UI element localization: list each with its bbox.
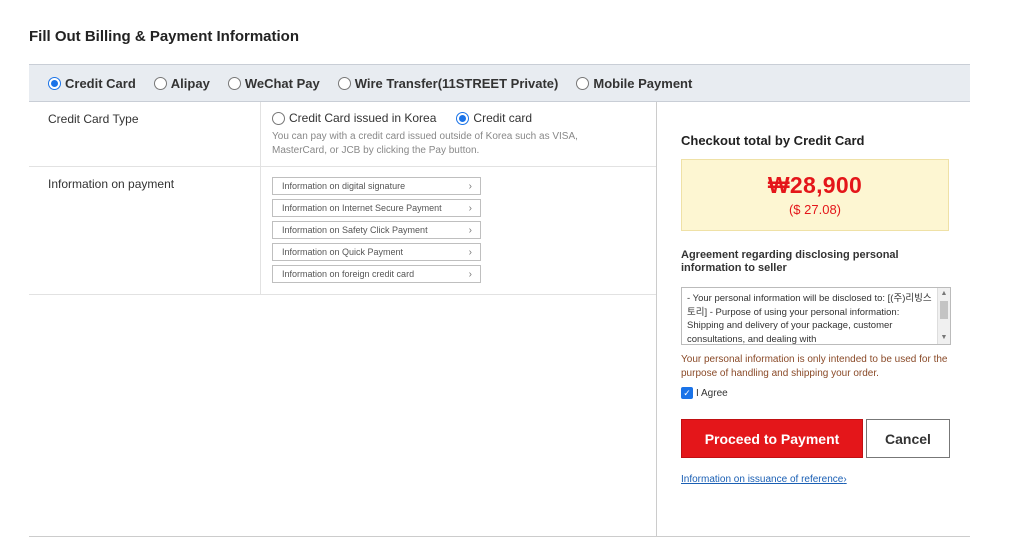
info-quick-payment-button[interactable]: Information on Quick Payment › xyxy=(272,243,481,261)
proceed-to-payment-button[interactable]: Proceed to Payment xyxy=(681,419,863,458)
chevron-right-icon: › xyxy=(843,474,847,485)
info-safety-click-button[interactable]: Information on Safety Click Payment › xyxy=(272,221,481,239)
card-type-note: You can pay with a credit card issued ou… xyxy=(272,131,578,156)
agreement-scrollbar[interactable]: ▲ ▼ xyxy=(937,288,950,344)
method-label: Credit Card xyxy=(65,75,136,91)
scrollbar-thumb[interactable] xyxy=(940,301,948,319)
info-item-label: Information on digital signature xyxy=(282,181,406,191)
checkout-panel: Checkout total by Credit Card ₩28,900 ($… xyxy=(657,102,970,537)
radio-icon xyxy=(153,76,167,90)
card-option-label: Credit Card issued in Korea xyxy=(289,111,437,125)
info-digital-signature-button[interactable]: Information on digital signature › xyxy=(272,177,481,195)
price-box: ₩28,900 ($ 27.08) xyxy=(681,159,949,231)
payment-info-content: Information on digital signature › Infor… xyxy=(261,167,656,294)
card-type-label: Credit Card Type xyxy=(29,102,261,166)
card-type-content: Credit Card issued in Korea Credit card … xyxy=(261,102,656,166)
agreement-text: - Your personal information will be disc… xyxy=(687,293,932,345)
caret-down-icon[interactable]: ▼ xyxy=(938,332,950,344)
chevron-right-icon: › xyxy=(468,224,472,236)
method-label: Mobile Payment xyxy=(593,75,693,91)
agree-label: I Agree xyxy=(696,387,728,399)
radio-icon xyxy=(337,76,351,90)
chevron-right-icon: › xyxy=(468,268,472,280)
info-foreign-card-button[interactable]: Information on foreign credit card › xyxy=(272,265,481,283)
checkout-title: Checkout total by Credit Card xyxy=(681,133,865,148)
method-wechat-pay[interactable]: WeChat Pay xyxy=(227,75,320,91)
cancel-button[interactable]: Cancel xyxy=(866,419,950,458)
caret-up-icon[interactable]: ▲ xyxy=(938,288,950,300)
chevron-right-icon: › xyxy=(468,180,472,192)
card-type-row: Credit Card Type Credit Card issued in K… xyxy=(29,102,656,167)
info-item-label: Information on foreign credit card xyxy=(282,269,415,279)
agreement-title: Agreement regarding disclosing personal … xyxy=(681,249,899,274)
card-option-foreign[interactable]: Credit card xyxy=(456,111,532,125)
total-price-krw: ₩28,900 xyxy=(767,172,863,198)
method-mobile-payment[interactable]: Mobile Payment xyxy=(576,76,692,91)
radio-icon xyxy=(576,76,590,90)
divider xyxy=(29,536,970,537)
card-option-korea[interactable]: Credit Card issued in Korea xyxy=(272,111,436,125)
agree-checkbox-row[interactable]: ✓ I Agree xyxy=(681,387,728,399)
reference-link-label: Information on issuance of reference xyxy=(681,474,844,485)
payment-method-bar: Credit Card Alipay WeChat Pay Wire Trans… xyxy=(29,64,970,102)
total-price-usd: ($ 27.08) xyxy=(788,202,842,217)
payment-details-panel: Credit Card Type Credit Card issued in K… xyxy=(29,102,657,537)
payment-info-label: Information on payment xyxy=(29,167,261,294)
radio-icon xyxy=(227,76,241,90)
agreement-textbox[interactable]: - Your personal information will be disc… xyxy=(681,287,951,345)
method-label: WeChat Pay xyxy=(244,75,320,91)
info-internet-secure-button[interactable]: Information on Internet Secure Payment › xyxy=(272,199,481,217)
payment-info-list: Information on digital signature › Infor… xyxy=(272,177,656,283)
reference-info-link[interactable]: Information on issuance of reference› xyxy=(681,474,847,485)
info-item-label: Information on Quick Payment xyxy=(282,247,404,257)
info-item-label: Information on Internet Secure Payment xyxy=(282,203,442,213)
chevron-right-icon: › xyxy=(468,202,472,214)
method-alipay[interactable]: Alipay xyxy=(153,75,210,91)
card-option-label: Credit card xyxy=(473,111,533,125)
radio-icon xyxy=(272,111,285,125)
method-credit-card[interactable]: Credit Card xyxy=(48,76,136,91)
payment-info-row: Information on payment Information on di… xyxy=(29,167,656,295)
checkbox-checked-icon[interactable]: ✓ xyxy=(681,387,693,399)
method-label: Wire Transfer(11STREET Private) xyxy=(354,75,559,91)
method-label: Alipay xyxy=(170,75,210,91)
radio-selected-icon xyxy=(48,76,61,90)
radio-selected-icon xyxy=(456,111,470,125)
chevron-right-icon: › xyxy=(468,246,472,258)
page-title: Fill Out Billing & Payment Information xyxy=(29,28,300,45)
method-wire-transfer[interactable]: Wire Transfer(11STREET Private) xyxy=(337,75,559,91)
privacy-note: Your personal information is only intend… xyxy=(681,354,948,379)
info-item-label: Information on Safety Click Payment xyxy=(282,225,428,235)
